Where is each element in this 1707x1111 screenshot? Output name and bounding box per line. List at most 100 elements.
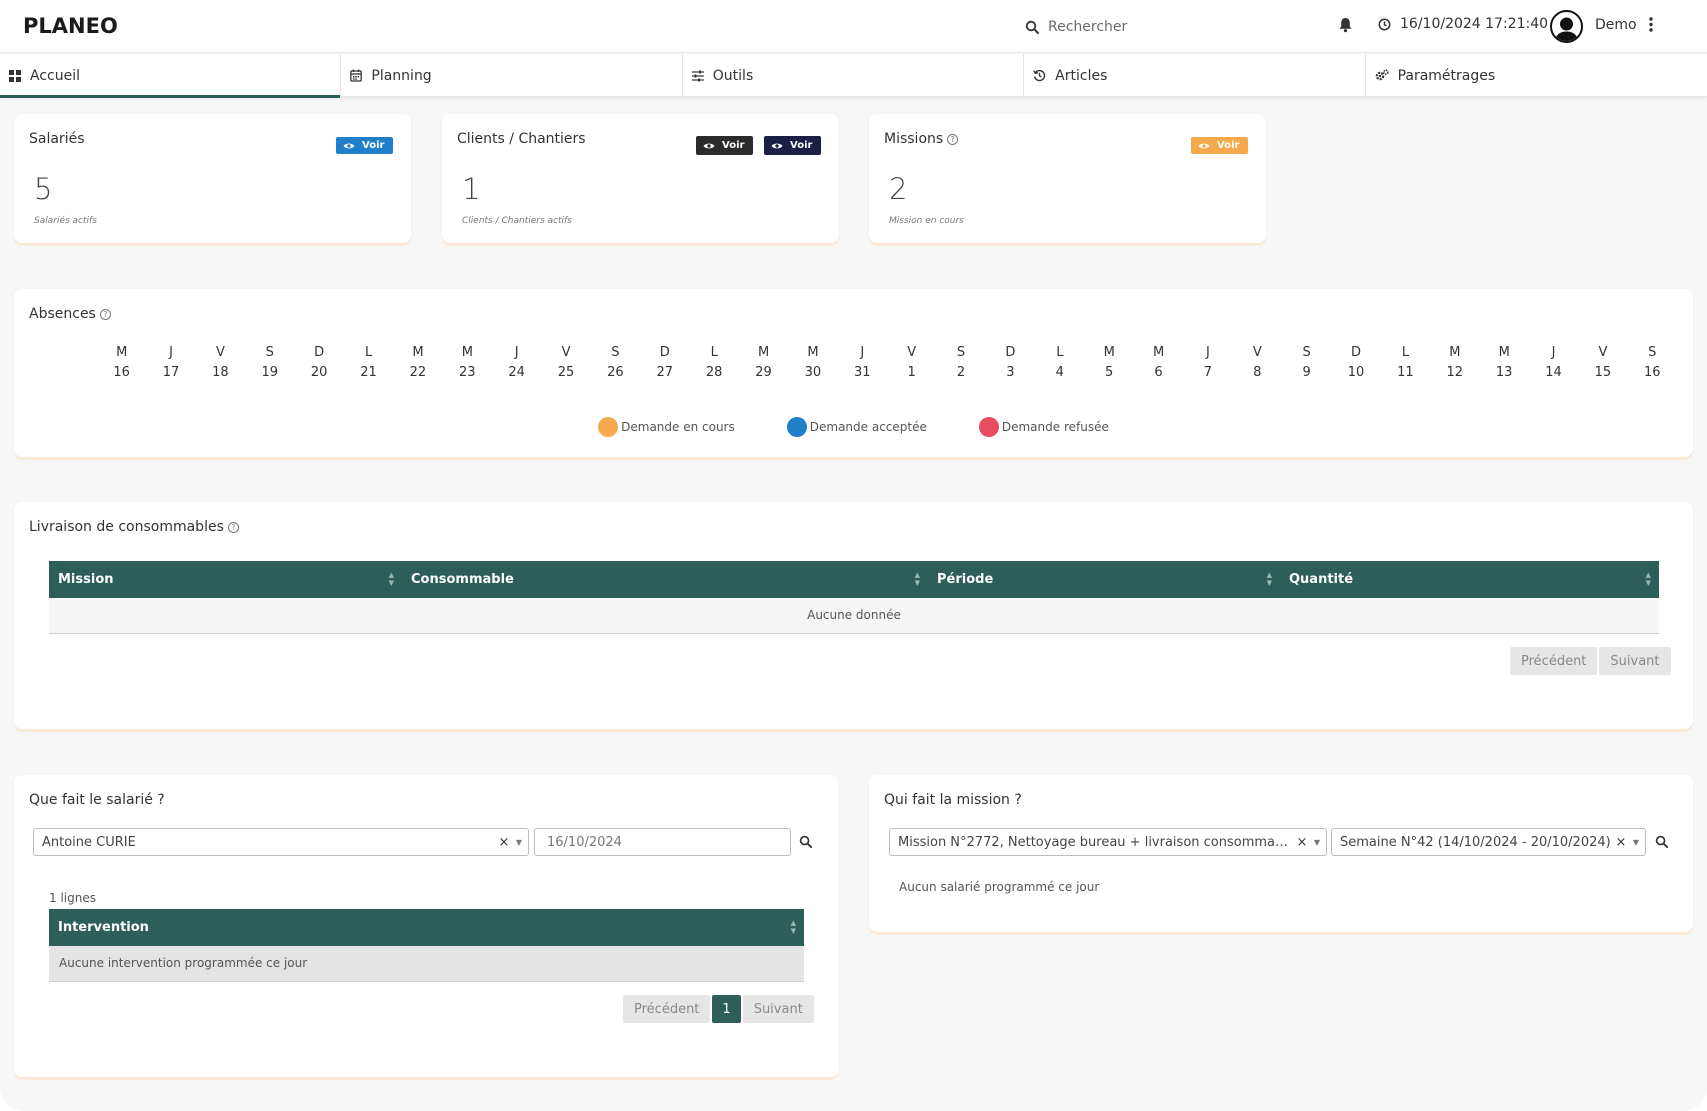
intervention-pagination: Précédent 1 Suivant xyxy=(623,995,814,1023)
absences-title-text: Absences xyxy=(29,306,96,322)
calendar-day-number: 28 xyxy=(705,365,723,380)
sort-icon[interactable]: ▲ ▼ xyxy=(1646,571,1651,587)
missions-voir-label: Voir xyxy=(1217,140,1240,151)
calendar-day: V1 xyxy=(887,345,936,380)
search-input[interactable] xyxy=(1048,19,1248,35)
calendar-day-letter: M xyxy=(1152,345,1165,360)
chevron-down-icon[interactable]: ▼ xyxy=(1627,838,1645,847)
tab-planning-label: Planning xyxy=(371,67,432,84)
tab-outils[interactable]: Outils xyxy=(683,54,1025,97)
tab-parametrages[interactable]: Paramétrages xyxy=(1366,54,1707,97)
livraison-table: Mission ▲ ▼ Consommable ▲ ▼ Période ▲ ▼ Quanti… xyxy=(49,561,1659,634)
global-search[interactable] xyxy=(1025,16,1248,38)
eye-icon xyxy=(343,143,355,148)
legend-item: Demande refusée xyxy=(978,417,1109,437)
missions-voir-button[interactable]: Voir xyxy=(1191,137,1249,154)
salarie-activity-title-text: Que fait le salarié ? xyxy=(29,792,165,808)
empty-row-text: Aucune intervention programmée ce jour xyxy=(49,946,804,982)
more-menu-icon[interactable] xyxy=(1647,15,1655,35)
calendar-day-letter: S xyxy=(1302,345,1311,360)
clear-icon[interactable]: × xyxy=(498,835,510,850)
sort-icon[interactable]: ▲ ▼ xyxy=(791,919,796,935)
calendar-day: M 13 xyxy=(1480,345,1529,380)
date-input[interactable] xyxy=(534,828,791,856)
previous-page-button[interactable]: Précédent xyxy=(623,995,711,1023)
tab-articles[interactable]: Articles xyxy=(1024,54,1366,97)
column-header-quantite[interactable]: Quantité ▲ ▼ xyxy=(1280,561,1659,598)
calendar-day-letter: S xyxy=(1648,345,1657,360)
calendar-day: L 11 xyxy=(1381,345,1430,380)
help-icon[interactable]: ? xyxy=(227,521,239,533)
next-page-button[interactable]: Suivant xyxy=(742,995,814,1023)
clear-icon[interactable]: × xyxy=(1296,835,1308,850)
column-header-mission-label: Mission xyxy=(58,572,114,587)
calendar-day-letter: D xyxy=(659,345,670,360)
clear-icon[interactable]: × xyxy=(1615,835,1627,850)
calendar-day: D 27 xyxy=(640,345,689,380)
calendar-day: V8 xyxy=(1233,345,1282,380)
tab-planning[interactable]: Planning xyxy=(341,54,683,97)
employee-select[interactable]: Antoine CURIE × ▼ xyxy=(33,828,529,856)
chantiers-voir-button[interactable]: Voir xyxy=(764,136,822,155)
legend-label: Demande refusée xyxy=(1001,420,1109,434)
calendar-day: V 25 xyxy=(541,345,590,380)
column-header-intervention[interactable]: Intervention ▲ ▼ xyxy=(49,909,804,946)
user-name[interactable]: Demo xyxy=(1595,17,1637,33)
column-header-periode[interactable]: Période ▲ ▼ xyxy=(928,561,1280,598)
week-select[interactable]: Semaine N°42 (14/10/2024 - 20/10/2024) ×… xyxy=(1331,828,1646,856)
mission-select-value: Mission N°2772, Nettoyage bureau + livra… xyxy=(898,834,1296,850)
calendar-day-letter: S xyxy=(611,345,620,360)
calendar-day: M 12 xyxy=(1430,345,1479,380)
help-icon[interactable]: ? xyxy=(99,308,111,320)
absences-legend: Demande en cours Demande acceptée Demande … xyxy=(14,417,1693,437)
salaries-voir-button[interactable]: Voir xyxy=(336,137,394,154)
user-avatar[interactable] xyxy=(1550,10,1583,43)
calendar-day-number: 14 xyxy=(1545,365,1562,380)
calendar-day-letter: M xyxy=(1103,345,1115,360)
empty-staff-text: Aucun salarié programmé ce jour xyxy=(899,880,1100,894)
card-absences: Absences? M 16 J 17 V 18 S 19 D 20 L 21 M 22 M 23 J 24 V 25… xyxy=(14,289,1693,457)
calendar-day-letter: M xyxy=(807,345,819,360)
calendar-day-number: 9 xyxy=(1302,365,1311,380)
chevron-down-icon[interactable]: ▼ xyxy=(1308,838,1326,847)
next-page-button[interactable]: Suivant xyxy=(1599,647,1671,675)
sort-icon[interactable]: ▲ ▼ xyxy=(389,571,394,587)
calendar-day: L4 xyxy=(1035,345,1084,380)
card-clients: Clients / Chantiers Voir Voir 1 Clients … xyxy=(442,114,839,243)
search-icon xyxy=(1025,20,1039,34)
app-logo[interactable]: PLANEO xyxy=(23,14,118,38)
calendar-day-number: 27 xyxy=(656,365,674,380)
grid-icon xyxy=(9,69,21,82)
previous-page-button[interactable]: Précédent xyxy=(1510,647,1598,675)
calendar-day-number: 3 xyxy=(1006,365,1015,380)
page-1-button[interactable]: 1 xyxy=(712,995,741,1023)
calendar-day: M 29 xyxy=(739,345,788,380)
absences-calendar: M 16 J 17 V 18 S 19 D 20 L 21 M 22 M 23 J 24 V 25 S 26 D 27 L 28 M… xyxy=(97,345,1677,380)
tab-accueil[interactable]: Accueil xyxy=(0,54,342,98)
card-mission-staff: Qui fait la mission ? Mission N°2772, Ne… xyxy=(869,775,1693,932)
chevron-down-icon[interactable]: ▼ xyxy=(510,838,528,847)
calendar-day: L 28 xyxy=(690,345,739,380)
search-icon[interactable] xyxy=(1655,835,1668,848)
search-icon[interactable] xyxy=(799,835,812,848)
calendar-day-letter: M xyxy=(461,345,473,360)
calendar-day: V 15 xyxy=(1578,345,1627,380)
legend-label: Demande acceptée xyxy=(809,420,927,434)
sort-icon[interactable]: ▲ ▼ xyxy=(915,571,920,587)
row-count: 1 lignes xyxy=(49,891,96,905)
mission-staff-title-text: Qui fait la mission ? xyxy=(884,792,1022,808)
mission-select[interactable]: Mission N°2772, Nettoyage bureau + livra… xyxy=(889,828,1327,856)
clients-voir-button[interactable]: Voir xyxy=(696,136,754,155)
calendar-day-letter: V xyxy=(907,345,917,360)
column-header-quantite-label: Quantité xyxy=(1289,572,1354,587)
column-header-consommable[interactable]: Consommable ▲ ▼ xyxy=(402,561,928,598)
bell-icon[interactable] xyxy=(1338,17,1353,33)
card-clients-title-text: Clients / Chantiers xyxy=(457,131,586,147)
calendar-day-letter: M xyxy=(412,345,424,360)
sort-icon[interactable]: ▲ ▼ xyxy=(1267,571,1272,587)
calendar-day: M 23 xyxy=(443,345,492,380)
calendar-day-letter: J xyxy=(860,345,865,360)
help-icon[interactable]: ? xyxy=(947,133,959,145)
calendar-day-letter: J xyxy=(1551,345,1556,360)
column-header-mission[interactable]: Mission ▲ ▼ xyxy=(49,561,402,598)
